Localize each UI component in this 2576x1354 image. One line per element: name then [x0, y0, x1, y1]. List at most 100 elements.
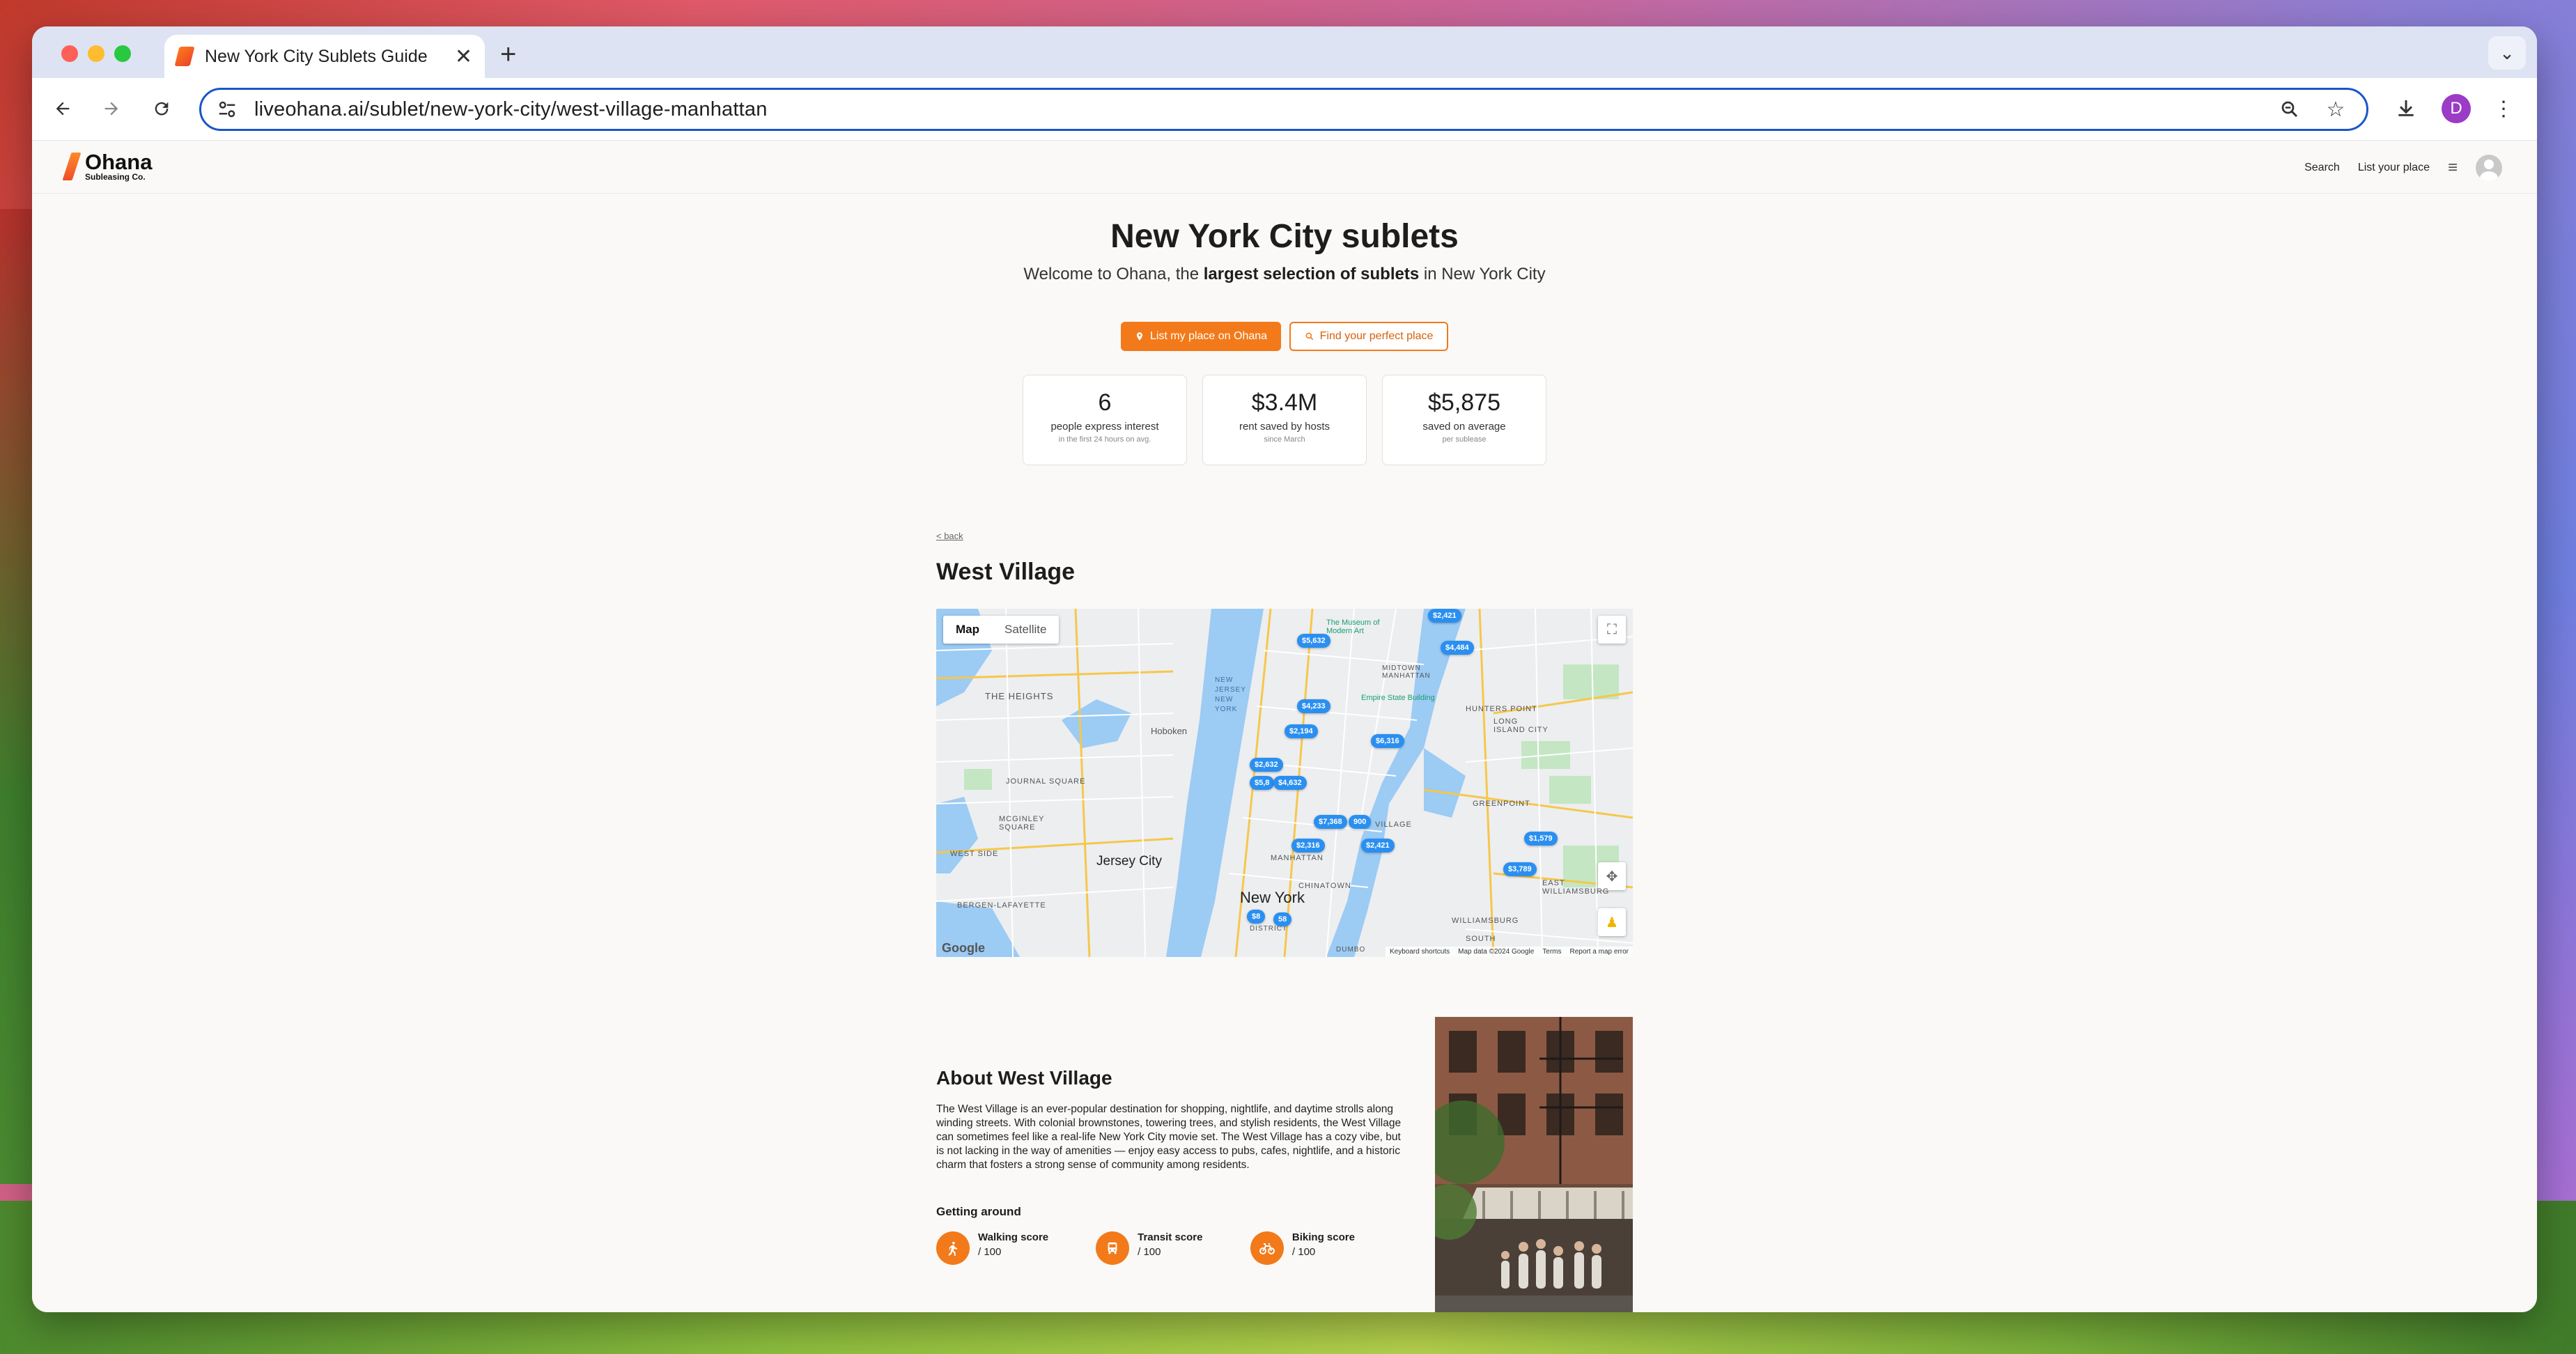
map-label: THE HEIGHTS [985, 691, 1054, 701]
street-view-pegman-icon[interactable]: ♟ [1598, 908, 1626, 936]
walking-score: Walking score / 100 [936, 1231, 1096, 1265]
listing-price-pin[interactable]: $2,194 [1285, 724, 1318, 738]
list-my-place-label: List my place on Ohana [1149, 330, 1268, 342]
listing-price-pin[interactable]: $4,484 [1441, 641, 1474, 655]
listing-price-pin[interactable]: $2,421 [1361, 839, 1395, 853]
tab-search-chevron-icon[interactable]: ⌄ [2488, 36, 2526, 70]
listing-price-pin[interactable]: $5,632 [1297, 634, 1330, 648]
tab-strip: New York City Sublets Guide ✕ + ⌄ [32, 26, 2537, 78]
url-text: liveohana.ai/sublet/new-york-city/west-v… [254, 98, 768, 120]
map-label: VILLAGE [1375, 820, 1412, 829]
map-label: Hoboken [1151, 726, 1188, 736]
score-label: Transit score [1138, 1231, 1203, 1243]
listing-price-pin[interactable]: $8 [1247, 910, 1266, 924]
listing-price-pin[interactable]: $7,368 [1314, 815, 1347, 829]
map-terms-link[interactable]: Terms [1542, 948, 1561, 956]
stat-subtext: per sublease [1442, 435, 1487, 444]
back-link[interactable]: < back [936, 531, 963, 541]
listing-price-pin[interactable]: $2,632 [1250, 758, 1283, 772]
reload-icon[interactable] [146, 93, 177, 124]
map-label: SOUTH [1466, 935, 1496, 943]
listing-price-pin[interactable]: $3,789 [1503, 862, 1537, 876]
map-label: The Museum of Modern Art [1326, 618, 1380, 635]
zoom-icon[interactable] [2274, 94, 2305, 125]
logo-name: Ohana [85, 150, 153, 174]
neighborhood-photo [1435, 1017, 1633, 1312]
stat-label: rent saved by hosts [1239, 421, 1330, 433]
listing-price-pin[interactable]: $4,233 [1297, 699, 1330, 713]
forward-arrow-icon[interactable] [96, 93, 127, 124]
new-tab-icon[interactable]: + [500, 39, 516, 70]
getting-around-heading: Getting around [936, 1205, 1021, 1218]
browser-menu-icon[interactable]: ⋮ [2487, 92, 2520, 125]
subtitle-post: in New York City [1419, 265, 1546, 283]
user-account-icon[interactable] [2476, 155, 2502, 181]
profile-avatar[interactable]: D [2439, 92, 2473, 125]
browser-toolbar: liveohana.ai/sublet/new-york-city/west-v… [32, 78, 2537, 141]
menu-icon[interactable]: ≡ [2448, 158, 2458, 178]
listing-price-pin[interactable]: $5,8 [1250, 776, 1275, 790]
about-text: The West Village is an ever-popular dest… [936, 1103, 1402, 1171]
back-arrow-icon[interactable] [47, 93, 78, 124]
stats-row: 6 people express interest in the first 2… [32, 375, 2537, 465]
location-pin-icon [1136, 332, 1143, 341]
neighborhood-title: West Village [936, 559, 1076, 585]
map-label: BERGEN-LAFAYETTE [957, 901, 1046, 910]
map-view-button[interactable]: Map [943, 616, 992, 644]
nav-search-link[interactable]: Search [2304, 162, 2340, 174]
map-data-credit: Map data ©2024 Google [1458, 948, 1535, 956]
tab-active[interactable]: New York City Sublets Guide ✕ [164, 35, 485, 78]
google-logo: Google [942, 941, 985, 955]
list-my-place-button[interactable]: List my place on Ohana [1121, 322, 1281, 351]
map-label: CHINATOWN [1298, 882, 1351, 890]
web-page: Ohana Subleasing Co. Search List your pl… [32, 141, 2537, 1312]
stat-value: $5,875 [1428, 389, 1500, 416]
score-value: / 100 [1291, 1246, 1316, 1258]
score-label: Biking score [1291, 1231, 1355, 1243]
find-perfect-place-label: Find your perfect place [1319, 330, 1434, 342]
map-label: Empire State Building [1361, 694, 1435, 702]
subtitle-bold: largest selection of sublets [1203, 265, 1420, 283]
map-label: New York [1240, 889, 1305, 906]
map-label: MANHATTAN [1271, 854, 1324, 862]
bookmark-star-icon[interactable]: ☆ [2320, 94, 2351, 125]
listing-price-pin[interactable]: 58 [1273, 912, 1292, 926]
report-map-error-link[interactable]: Report a map error [1570, 948, 1629, 956]
stat-subtext: since March [1264, 435, 1305, 444]
listing-price-pin[interactable]: $4,632 [1273, 776, 1307, 790]
listing-price-pin[interactable]: $6,316 [1371, 734, 1404, 748]
stat-card: $3.4M rent saved by hosts since March [1202, 375, 1367, 465]
neighborhood-map[interactable]: Map Satellite ⛶ ✥ ♟ THE HEIGHTS Hoboken … [936, 609, 1633, 957]
stat-value: 6 [1098, 389, 1112, 416]
map-label: LONG ISLAND CITY [1493, 717, 1549, 734]
window-controls [61, 45, 131, 62]
profile-initial: D [2442, 94, 2471, 123]
transit-score: Transit score / 100 [1096, 1231, 1250, 1265]
satellite-view-button[interactable]: Satellite [992, 616, 1059, 644]
nav-list-place-link[interactable]: List your place [2358, 162, 2430, 174]
close-window-button[interactable] [61, 45, 78, 62]
address-bar[interactable]: liveohana.ai/sublet/new-york-city/west-v… [199, 88, 2368, 131]
listing-price-pin[interactable]: $2,421 [1428, 609, 1461, 623]
map-label: GREENPOINT [1473, 800, 1530, 808]
scores-row: Walking score / 100 Transit score / 100 [936, 1231, 1410, 1265]
close-tab-icon[interactable]: ✕ [455, 45, 472, 69]
score-label: Walking score [978, 1231, 1049, 1243]
zoom-window-button[interactable] [114, 45, 131, 62]
ohana-logo[interactable]: Ohana Subleasing Co. [62, 150, 153, 181]
ohana-logo-mark-icon [62, 153, 82, 180]
listing-price-pin[interactable]: 900 [1349, 815, 1372, 829]
about-title: About West Village [936, 1067, 1112, 1089]
keyboard-shortcuts-link[interactable]: Keyboard shortcuts [1390, 948, 1450, 956]
stat-label: saved on average [1422, 421, 1506, 433]
downloads-icon[interactable] [2389, 92, 2423, 125]
map-label: EAST WILLIAMSBURG [1542, 879, 1610, 896]
site-settings-icon[interactable] [215, 98, 239, 121]
find-perfect-place-button[interactable]: Find your perfect place [1289, 322, 1448, 351]
listing-price-pin[interactable]: $1,579 [1524, 832, 1558, 846]
minimize-window-button[interactable] [88, 45, 104, 62]
header-nav: Search List your place ≡ [2304, 155, 2502, 181]
fullscreen-icon[interactable]: ⛶ [1598, 616, 1626, 644]
score-value: / 100 [978, 1246, 1002, 1258]
listing-price-pin[interactable]: $2,316 [1291, 839, 1325, 853]
